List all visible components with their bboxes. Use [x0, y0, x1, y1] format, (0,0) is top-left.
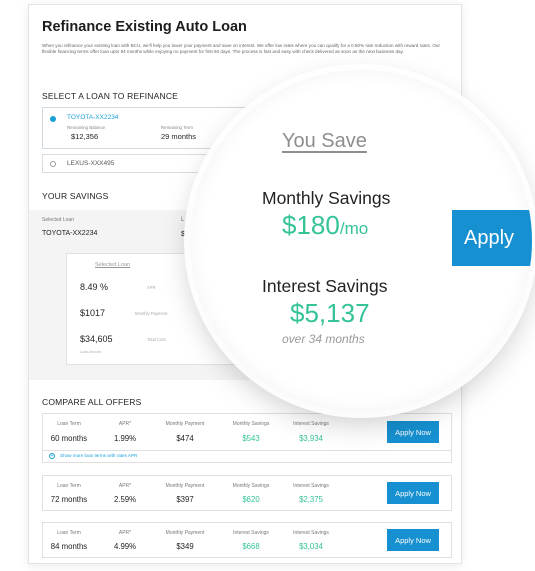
monthly-savings-value: $180/mo	[282, 210, 368, 241]
col-label-monthly-savings: Monthly Savings	[232, 483, 270, 489]
col-label-interest-savings: Interest Savings	[293, 530, 329, 536]
offer-row: Loan Term 72 months APR* 2.59% Monthly P…	[42, 475, 452, 511]
compare-heading: COMPARE ALL OFFERS	[42, 397, 142, 407]
offer-apr: 4.99%	[113, 542, 137, 551]
offer-monthly-savings: $543	[242, 434, 260, 443]
col-label-term: Loan Term	[57, 530, 81, 536]
total-cost-label: Total Cost	[147, 337, 166, 342]
interest-savings-label: Interest Savings	[262, 276, 388, 296]
loan-name: TOYOTA-XX2234	[67, 114, 119, 121]
total-cost-sublabel: Loan Amount	[80, 350, 101, 354]
offer-monthly-savings: $668	[242, 542, 260, 551]
col-label-monthly-savings: Monthly Savings	[232, 421, 270, 427]
intro-text: When you refinance your existing loan wi…	[42, 43, 441, 55]
offer-interest-savings: $3,034	[299, 542, 323, 551]
partial-label: L	[181, 217, 185, 223]
col-label-interest-savings: Interest Savings	[293, 483, 329, 489]
offer-term: 60 months	[50, 434, 88, 443]
offer-payment: $397	[176, 495, 194, 504]
page-title: Refinance Existing Auto Loan	[42, 19, 247, 35]
apply-now-button[interactable]: Apply Now	[387, 421, 439, 443]
col-label-apr: APR*	[118, 483, 132, 489]
radio-unselected[interactable]	[50, 161, 56, 167]
monthly-payment-label: Monthly Payment	[135, 311, 168, 316]
loan-name: LEXUS-XXX495	[67, 160, 115, 167]
col-label-term: Loan Term	[57, 483, 81, 489]
offer-term: 84 months	[50, 542, 88, 551]
offer-monthly-savings: $620	[242, 495, 260, 504]
col-label-apr: APR*	[118, 421, 132, 427]
partial-value: $	[181, 231, 185, 238]
offer-interest-savings: $3,934	[299, 434, 323, 443]
apr-label: APR	[147, 285, 156, 290]
show-more-text[interactable]: Show more loan terms with rates APR	[60, 453, 137, 458]
apply-button[interactable]: Apply	[452, 210, 532, 266]
monthly-savings-unit: /mo	[339, 219, 369, 238]
total-cost-value: $34,605	[80, 334, 113, 344]
offer-apr: 1.99%	[113, 434, 137, 443]
col-label-payment: Monthly Payment	[165, 421, 205, 427]
selected-loan-value: TOYOTA-XX2234	[42, 230, 98, 237]
col-label-interest-savings: Interest Savings	[293, 421, 329, 427]
savings-heading: YOUR SAVINGS	[42, 191, 109, 201]
interest-savings-period: over 34 months	[282, 332, 365, 346]
offer-payment: $349	[176, 542, 194, 551]
select-loan-heading: SELECT A LOAN TO REFINANCE	[42, 91, 179, 101]
magnifier-lens: You Save Monthly Savings $180/mo Interes…	[190, 70, 532, 412]
remaining-term-value: 29 months	[161, 132, 197, 141]
selected-loan-label: Selected Loan	[42, 217, 74, 223]
offer-apr: 2.59%	[113, 495, 137, 504]
monthly-savings-label: Monthly Savings	[262, 188, 391, 208]
col-label-monthly-savings: Interest Savings	[233, 530, 269, 536]
col-label-term: Loan Term	[57, 421, 81, 427]
summary-header: Selected Loan	[95, 262, 131, 268]
remaining-balance-value: $12,356	[71, 132, 99, 141]
interest-savings-value: $5,137	[290, 298, 370, 328]
apply-now-button[interactable]: Apply Now	[387, 482, 439, 504]
plus-circle-icon: +	[49, 453, 55, 459]
offer-payment: $474	[176, 434, 194, 443]
offer-row: Loan Term 84 months APR* 4.99% Monthly P…	[42, 522, 452, 558]
offer-row: Loan Term 60 months APR* 1.99% Monthly P…	[42, 413, 452, 451]
apr-value: 8.49 %	[80, 282, 109, 292]
col-label-payment: Monthly Payment	[165, 483, 205, 489]
remaining-term-label: Remaining Term	[161, 125, 193, 130]
offer-interest-savings: $2,375	[299, 495, 323, 504]
monthly-savings-amount: $180	[282, 210, 340, 240]
monthly-payment-value: $1017	[80, 308, 106, 318]
you-save-title: You Save	[282, 130, 367, 152]
offer-term: 72 months	[50, 495, 88, 504]
col-label-payment: Monthly Payment	[165, 530, 205, 536]
apply-now-button[interactable]: Apply Now	[387, 529, 439, 551]
radio-selected[interactable]	[50, 116, 56, 122]
col-label-apr: APR*	[118, 530, 132, 536]
show-more-link[interactable]: + Show more loan terms with rates APR	[42, 451, 452, 463]
remaining-balance-label: Remaining Balance	[67, 125, 106, 130]
